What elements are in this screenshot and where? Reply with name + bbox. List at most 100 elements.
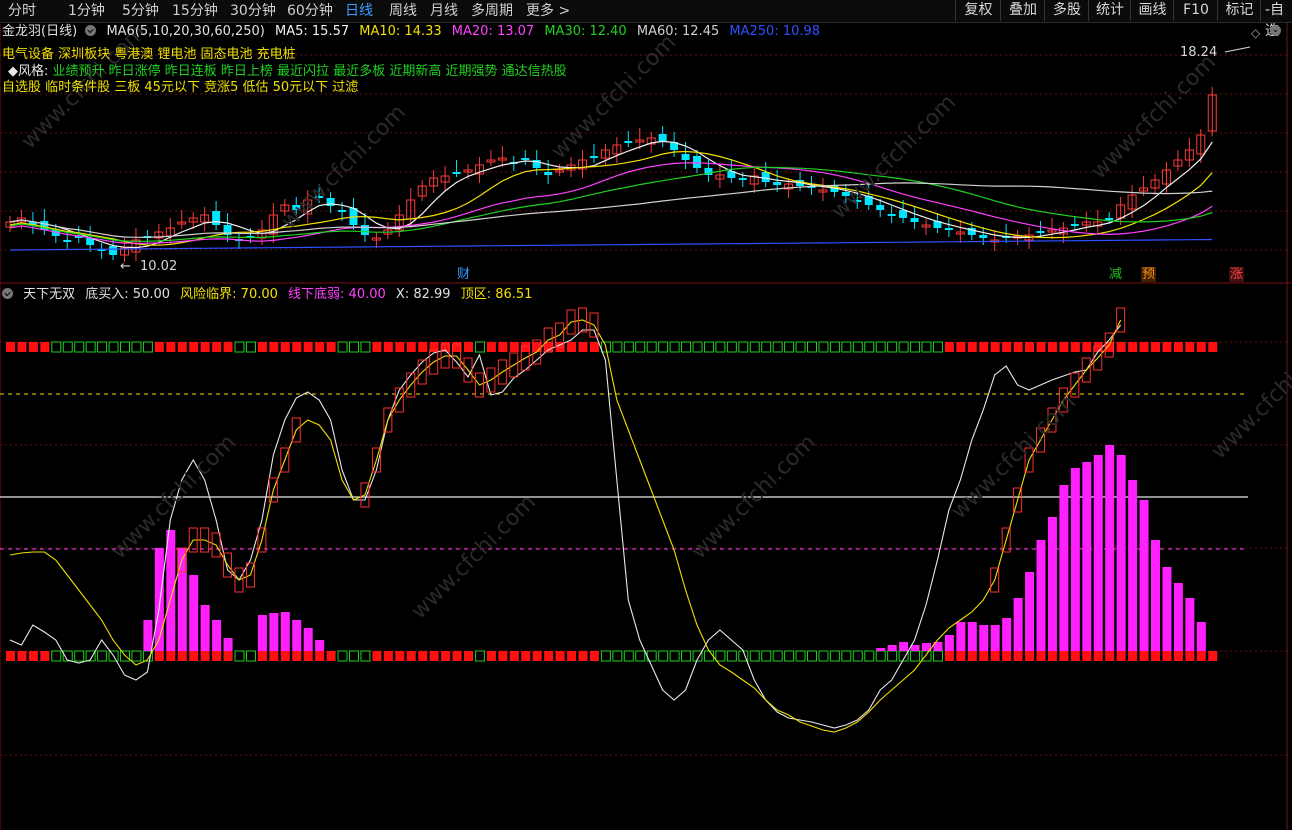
histogram-bar [910, 645, 920, 651]
watermark-text: www.cfchi.com [1087, 50, 1221, 184]
top-signal-bar [567, 342, 577, 352]
candle-down [544, 172, 553, 175]
candle-down [944, 228, 953, 230]
bottom-signal-bar [979, 651, 989, 661]
candle-down [1036, 231, 1045, 233]
top-signal-bar [703, 341, 714, 353]
top-signal-bar [829, 341, 840, 353]
top-signal-bar [1128, 342, 1138, 352]
bottom-signal-bar [567, 651, 577, 661]
top-signal-bar [372, 342, 382, 352]
top-signal-bar [212, 342, 222, 352]
top-signal-bar [1116, 342, 1126, 352]
forecast-marker[interactable]: 预 [1141, 267, 1157, 282]
top-signal-bar [62, 341, 73, 353]
reduce-holding-marker[interactable]: 减 [1108, 267, 1123, 282]
top-signal-bar [1208, 342, 1218, 352]
bottom-signal-bar [429, 651, 439, 661]
bottom-signal-bar [578, 651, 588, 661]
bottom-signal-bar [234, 650, 245, 662]
top-signal-bar [841, 341, 852, 353]
top-signal-bar [108, 341, 119, 353]
top-signal-bar [578, 342, 588, 352]
bottom-signal-bar [326, 651, 336, 661]
bottom-signal-bar [544, 651, 554, 661]
chart-settings-icon[interactable]: ⌄ [1270, 25, 1281, 36]
financial-report-marker[interactable]: 财 [456, 267, 471, 282]
bottom-signal-bar [967, 651, 977, 661]
top-signal-bar [1036, 342, 1046, 352]
bottom-signal-bar [131, 650, 142, 662]
candle-down [773, 182, 782, 185]
weak-bottom-value: 线下底弱: 40.00 [288, 287, 386, 302]
settings-toggle-icon[interactable] [85, 25, 97, 36]
histogram-bar [1025, 572, 1035, 651]
histogram-bar [1151, 540, 1160, 651]
bottom-signal-bar [1105, 651, 1115, 661]
watermark-text: www.cfchi.com [1207, 330, 1292, 464]
high-price-label: 18.24 [1180, 45, 1218, 60]
candle-down [1105, 218, 1114, 220]
histogram-bar [1116, 455, 1126, 651]
bottom-signal-bar [635, 650, 646, 662]
bottom-signal-bar [1173, 651, 1183, 661]
kline-chart-canvas[interactable]: www.cfchi.com www.cfchi.com www.cfchi.com w… [0, 0, 1292, 830]
indicator-legend: 天下无双 底买入: 50.00 风险临界: 70.00 线下底弱: 40.00 … [2, 287, 538, 303]
top-signal-bar [223, 342, 233, 352]
top-signal-bar [360, 341, 371, 353]
watermark-text: www.cfchi.com [277, 100, 411, 234]
bottom-signal-bar [1093, 651, 1103, 661]
limit-up-marker[interactable]: 涨 [1229, 267, 1245, 282]
histogram-bar [944, 635, 954, 651]
candle-down [521, 158, 530, 160]
histogram-bar [303, 628, 313, 651]
bottom-signal-bar [509, 651, 519, 661]
bottom-signal-bar [383, 651, 393, 661]
bottom-signal-bar [852, 650, 863, 662]
top-signal-bar [910, 341, 921, 353]
top-signal-bar [498, 342, 508, 352]
top-signal-bar [761, 341, 772, 353]
ma20-line [9, 162, 1213, 244]
indicator-toggle-icon[interactable] [2, 288, 13, 299]
candle-down [1070, 224, 1079, 226]
top-signal-bar [1139, 342, 1149, 352]
candle-down [876, 205, 885, 210]
bottom-signal-bar [795, 650, 806, 662]
candle-down [910, 218, 919, 222]
ma20-value: MA20: 13.07 [451, 24, 535, 39]
top-signal-bar [646, 341, 657, 353]
histogram-bar [956, 622, 966, 651]
histogram-bar [280, 612, 290, 651]
candle-down [589, 156, 598, 158]
top-signal-bar [40, 342, 50, 352]
ma30-value: MA30: 12.40 [544, 24, 627, 39]
ma-legend: 金龙羽(日线) MA6(5,10,20,30,60,250) MA5: 15.5… [2, 24, 826, 40]
bottom-signal-bar [818, 650, 829, 662]
histogram-bar [1173, 583, 1183, 651]
bottom-signal-bar [372, 651, 382, 661]
top-signal-bar [864, 341, 875, 353]
histogram-bar [1196, 622, 1206, 651]
bottom-signal-bar [1116, 651, 1126, 661]
top-signal-bar [1173, 342, 1183, 352]
bottom-signal-bar [726, 650, 737, 662]
bottom-signal-bar [658, 650, 669, 662]
bottom-signal-bar [841, 650, 852, 662]
bottom-signal-bar [486, 651, 496, 661]
bottom-signal-bar [990, 651, 1000, 661]
x-value: X: 82.99 [395, 287, 451, 302]
diamond-icon[interactable]: ◇ [1251, 26, 1260, 40]
oscillator-yellow-line [9, 319, 1122, 733]
bottom-signal-bar [784, 650, 795, 662]
ma250-value: MA250: 10.98 [729, 24, 821, 39]
top-signal-bar [395, 342, 405, 352]
ma-params-label: MA6(5,10,20,30,60,250) [106, 24, 265, 39]
histogram-bar [1139, 500, 1149, 651]
custom-tags: 自选股 临时条件股 三板 45元以下 竞涨5 低估 50元以下 过滤 [2, 80, 359, 95]
top-signal-bar [1151, 342, 1160, 352]
bottom-signal-bar [154, 651, 164, 661]
candle-down [63, 240, 72, 242]
bottom-signal-bar [1208, 651, 1218, 661]
top-signal-bar [1047, 342, 1057, 352]
